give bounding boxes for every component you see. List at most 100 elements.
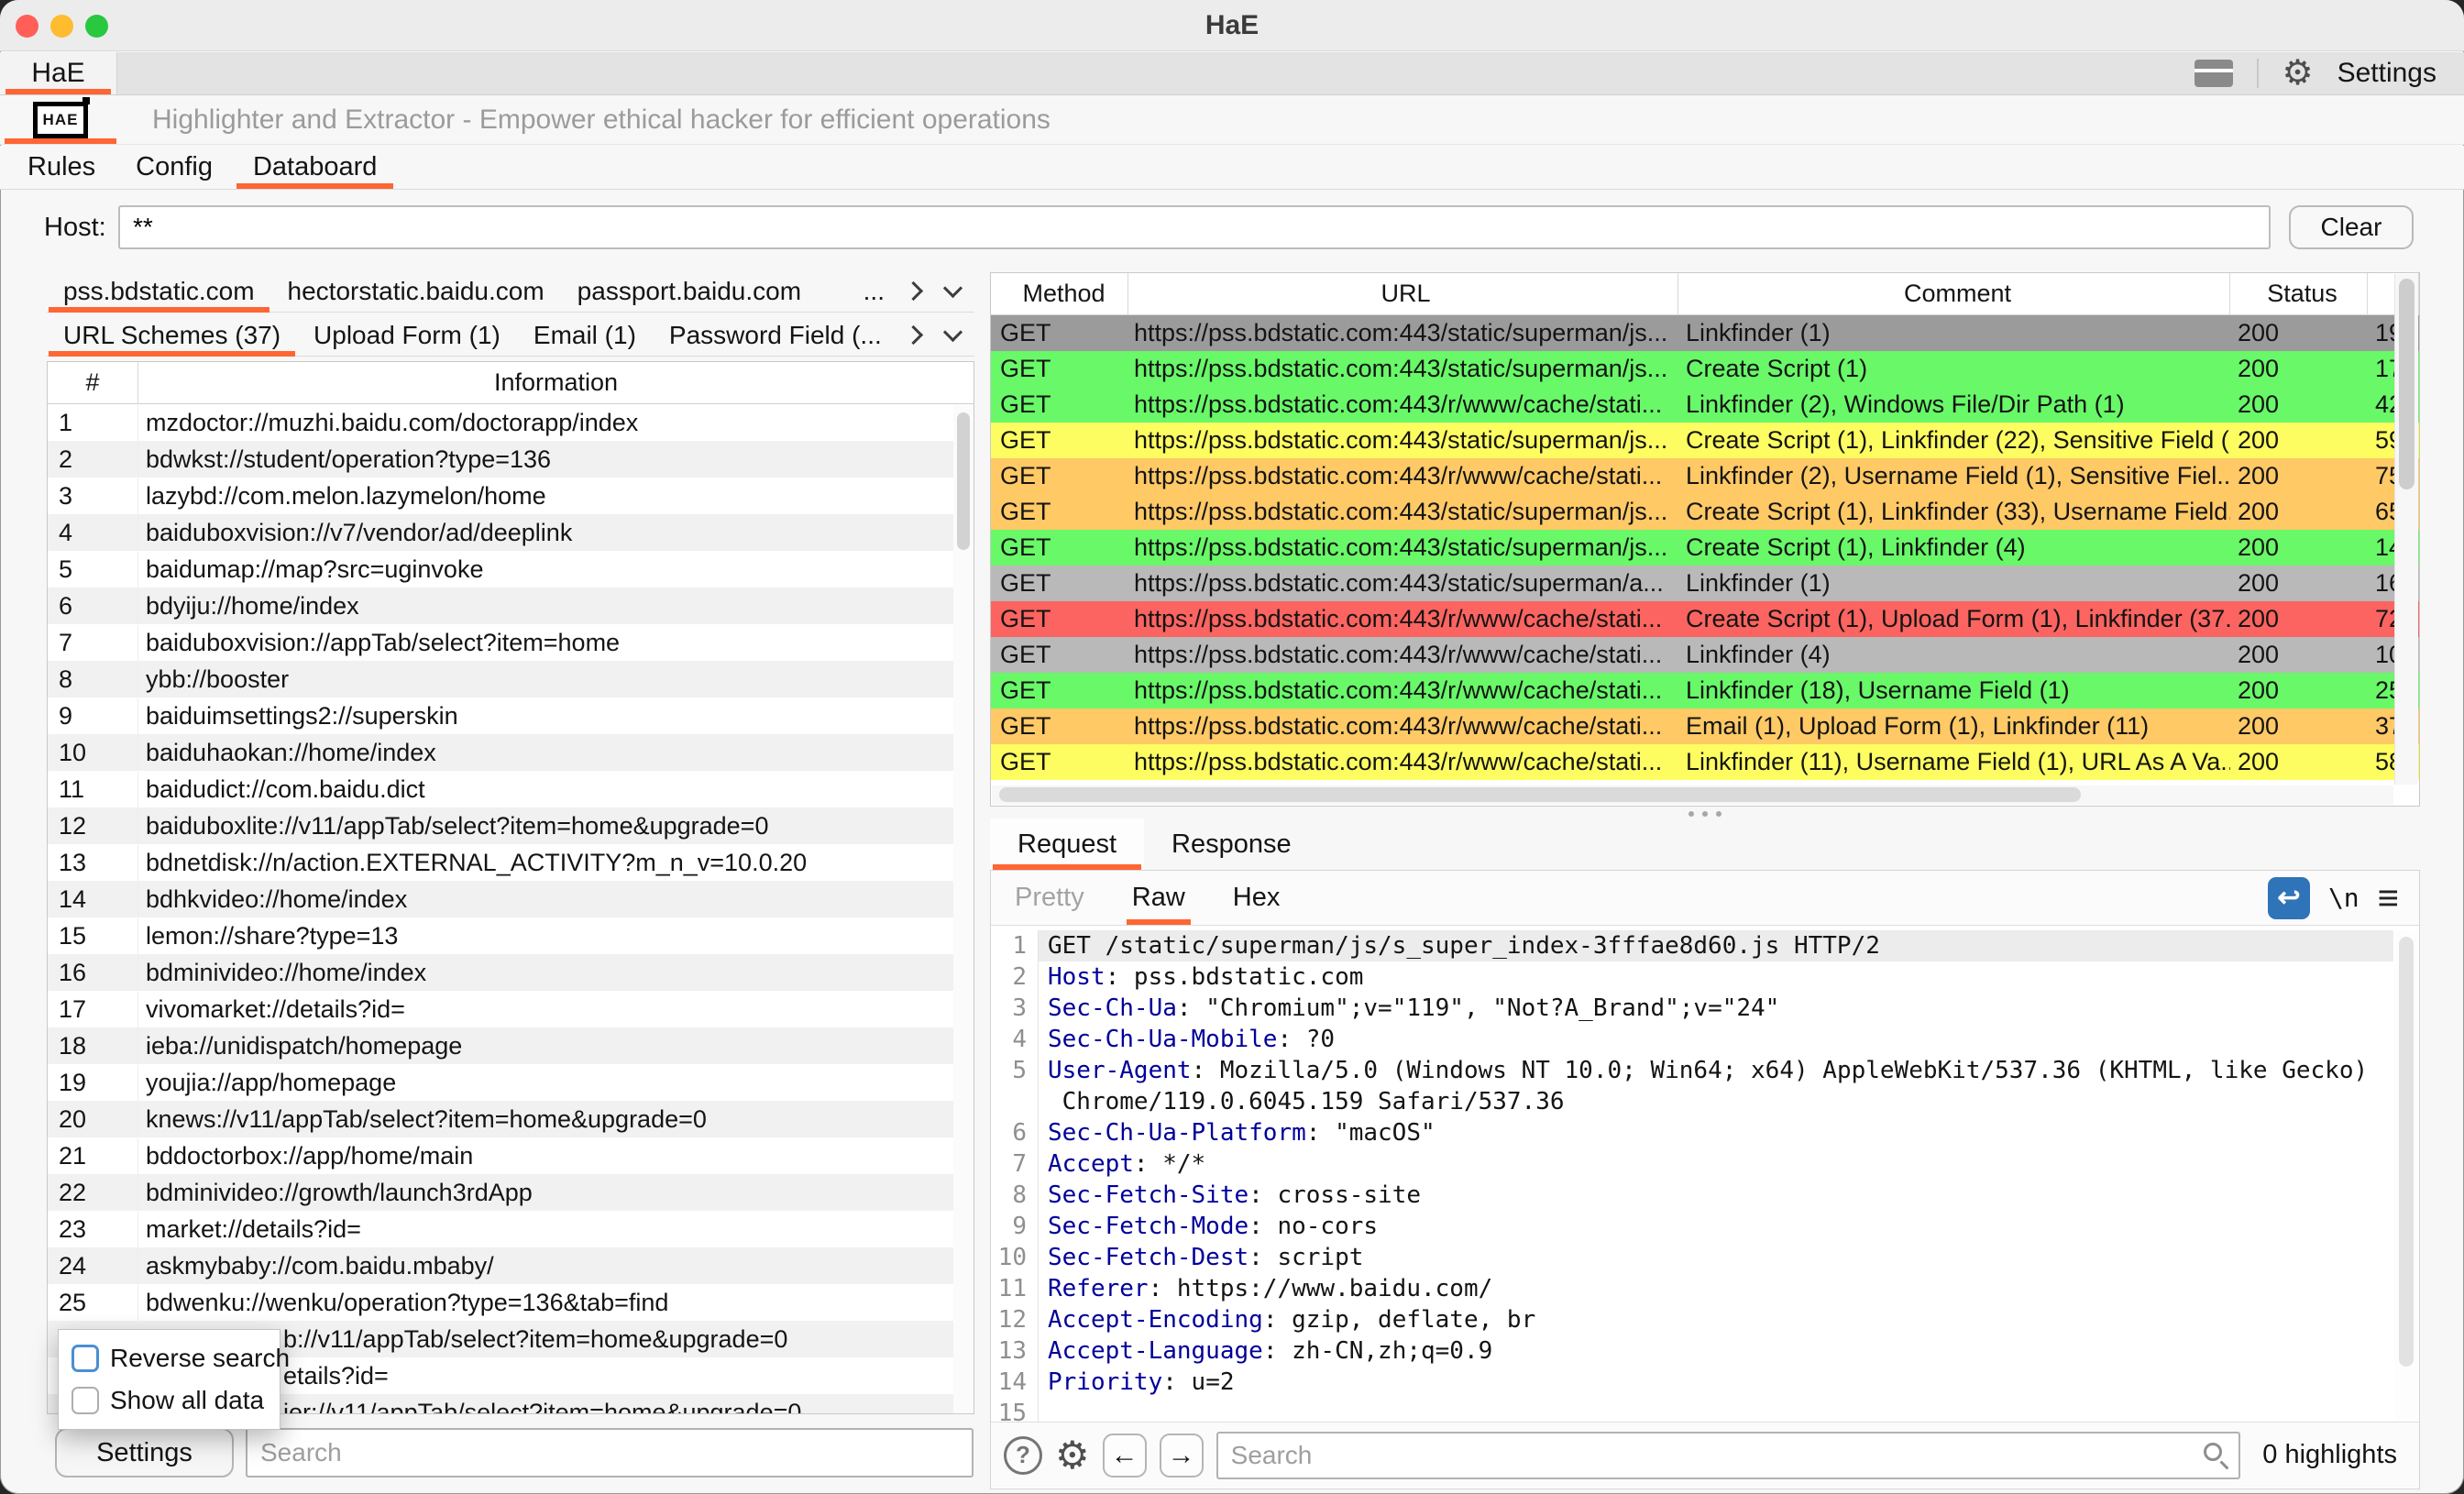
search-icon[interactable]: [2204, 1443, 2222, 1461]
scrollbar[interactable]: [2394, 931, 2418, 1420]
table-row[interactable]: 14 bdhkvideo://home/index: [48, 881, 974, 917]
table-row[interactable]: 3 lazybd://com.melon.lazymelon/home: [48, 478, 974, 514]
request-editor-body[interactable]: 1 GET /static/superman/js/s_super_index-…: [991, 926, 2419, 1422]
table-row[interactable]: 17 vivomarket://details?id=: [48, 991, 974, 1027]
table-row[interactable]: GET https://pss.bdstatic.com:443/static/…: [991, 494, 2419, 530]
scrollbar-thumb[interactable]: [2399, 937, 2414, 1367]
host-tab-passport[interactable]: passport.baidu.com: [561, 270, 818, 312]
table-row[interactable]: 1 mzdoctor://muzhi.baidu.com/doctorapp/i…: [48, 404, 974, 441]
tab-config[interactable]: Config: [116, 146, 233, 189]
chevron-down-icon[interactable]: [943, 279, 962, 298]
table-row[interactable]: 9 baiduimsettings2://superskin: [48, 698, 974, 734]
table-row[interactable]: GET https://pss.bdstatic.com:443/r/www/c…: [991, 709, 2419, 744]
gear-icon[interactable]: ⚙: [2282, 56, 2314, 91]
table-row[interactable]: GET https://pss.bdstatic.com:443/r/www/c…: [991, 744, 2419, 780]
next-button[interactable]: →: [1160, 1434, 1204, 1478]
type-tab-url-schemes[interactable]: URL Schemes (37): [47, 314, 297, 356]
show-all-data-option[interactable]: Show all data: [72, 1386, 280, 1415]
table-row[interactable]: 6 bdyiju://home/index: [48, 588, 974, 624]
column-header-information[interactable]: Information: [138, 368, 974, 397]
table-row[interactable]: 19 youjia://app/homepage: [48, 1064, 974, 1101]
gear-icon[interactable]: ⚙: [1055, 1436, 1090, 1475]
layout-icon[interactable]: [2194, 60, 2233, 87]
chevron-right-icon[interactable]: [904, 325, 923, 345]
host-tab-overflow[interactable]: ...: [847, 270, 901, 312]
tab-response[interactable]: Response: [1144, 818, 1319, 870]
cell-url: https://pss.bdstatic.com:443/static/supe…: [1128, 426, 1678, 455]
left-search-input[interactable]: [246, 1428, 974, 1478]
previous-button[interactable]: ←: [1103, 1434, 1147, 1478]
table-row[interactable]: GET https://pss.bdstatic.com:443/static/…: [991, 566, 2419, 601]
table-row[interactable]: 15 lemon://share?type=13: [48, 917, 974, 954]
editor-menu-icon[interactable]: ≡: [2378, 880, 2399, 917]
clear-button[interactable]: Clear: [2289, 205, 2414, 249]
table-row[interactable]: 18 ieba://unidispatch/homepage: [48, 1027, 974, 1064]
word-wrap-icon[interactable]: ↩: [2268, 877, 2310, 919]
table-row[interactable]: 16 bdminivideo://home/index: [48, 954, 974, 991]
type-tab-upload-form[interactable]: Upload Form (1): [297, 314, 517, 356]
table-row[interactable]: GET https://pss.bdstatic.com:443/r/www/c…: [991, 673, 2419, 709]
show-all-data-checkbox[interactable]: [72, 1387, 99, 1414]
table-row[interactable]: 10 baiduhaokan://home/index: [48, 734, 974, 771]
chevron-right-icon[interactable]: [904, 281, 923, 301]
row-index: 16: [48, 955, 138, 991]
host-tab-hectorstatic[interactable]: hectorstatic.baidu.com: [271, 270, 561, 312]
table-row[interactable]: GET https://pss.bdstatic.com:443/r/www/c…: [991, 637, 2419, 673]
tab-databoard[interactable]: Databoard: [233, 146, 397, 189]
table-row[interactable]: 11 baidudict://com.baidu.dict: [48, 771, 974, 807]
settings-menu[interactable]: Settings: [2338, 58, 2436, 89]
scrollbar-thumb[interactable]: [2399, 279, 2414, 489]
column-header-url[interactable]: URL: [1128, 273, 1678, 315]
table-row[interactable]: 20 knews://v11/appTab/select?item=home&u…: [48, 1101, 974, 1137]
host-input[interactable]: [118, 205, 2271, 249]
tab-hae[interactable]: HaE: [0, 52, 117, 94]
table-row[interactable]: 5 baidumap://map?src=uginvoke: [48, 551, 974, 588]
scrollbar-thumb[interactable]: [999, 787, 2081, 802]
table-row[interactable]: 24 askmybaby://com.baidu.mbaby/: [48, 1247, 974, 1284]
table-row[interactable]: 13 bdnetdisk://n/action.EXTERNAL_ACTIVIT…: [48, 844, 974, 881]
table-row[interactable]: 22 bdminivideo://growth/launch3rdApp: [48, 1174, 974, 1211]
column-header-comment[interactable]: Comment: [1678, 273, 2230, 315]
settings-button[interactable]: Settings: [55, 1428, 234, 1478]
view-tab-pretty[interactable]: Pretty: [991, 871, 1108, 925]
table-row[interactable]: 7 baiduboxvision://appTab/select?item=ho…: [48, 624, 974, 661]
table-row[interactable]: 23 market://details?id=: [48, 1211, 974, 1247]
table-row[interactable]: GET https://pss.bdstatic.com:443/static/…: [991, 351, 2419, 387]
horizontal-scrollbar[interactable]: [992, 785, 2393, 805]
reverse-search-option[interactable]: Reverse search: [72, 1344, 280, 1373]
table-row[interactable]: GET https://pss.bdstatic.com:443/static/…: [991, 423, 2419, 458]
table-row[interactable]: 2 bdwkst://student/operation?type=136: [48, 441, 974, 478]
view-tab-raw[interactable]: Raw: [1108, 871, 1209, 925]
scrollbar-thumb[interactable]: [957, 412, 970, 550]
type-tab-email[interactable]: Email (1): [517, 314, 653, 356]
row-index: 1: [48, 405, 138, 441]
column-header-method[interactable]: Method: [991, 273, 1128, 315]
table-row[interactable]: GET https://pss.bdstatic.com:443/r/www/c…: [991, 458, 2419, 494]
scrollbar[interactable]: [2394, 274, 2418, 785]
cell-method: GET: [991, 605, 1128, 633]
table-row[interactable]: GET https://pss.bdstatic.com:443/static/…: [991, 530, 2419, 566]
table-row[interactable]: GET https://pss.bdstatic.com:443/static/…: [991, 315, 2419, 351]
table-row[interactable]: 21 bddoctorbox://app/home/main: [48, 1137, 974, 1174]
splitter-handle[interactable]: [990, 809, 2420, 818]
help-icon[interactable]: ?: [1004, 1436, 1042, 1475]
table-row[interactable]: 8 ybb://booster: [48, 661, 974, 698]
chevron-down-icon[interactable]: [943, 323, 962, 342]
reverse-search-checkbox[interactable]: [72, 1345, 99, 1372]
tab-request[interactable]: Request: [990, 818, 1144, 870]
table-row[interactable]: GET https://pss.bdstatic.com:443/r/www/c…: [991, 601, 2419, 637]
table-row[interactable]: GET https://pss.bdstatic.com:443/r/www/c…: [991, 387, 2419, 423]
tab-rules[interactable]: Rules: [7, 146, 116, 189]
view-tab-hex[interactable]: Hex: [1209, 871, 1304, 925]
show-newlines-toggle[interactable]: \n: [2328, 883, 2360, 913]
scrollbar[interactable]: [953, 405, 974, 1413]
column-header-index[interactable]: #: [48, 362, 138, 403]
editor-search-input[interactable]: [1216, 1432, 2241, 1479]
logo-tab[interactable]: HAE: [0, 95, 121, 144]
table-row[interactable]: 4 baiduboxvision://v7/vendor/ad/deeplink: [48, 514, 974, 551]
type-tab-password-field[interactable]: Password Field (...: [653, 314, 898, 356]
table-row[interactable]: 25 bdwenku://wenku/operation?type=136&ta…: [48, 1284, 974, 1321]
column-header-status[interactable]: Status: [2230, 273, 2368, 315]
host-tab-pss[interactable]: pss.bdstatic.com: [47, 270, 271, 312]
table-row[interactable]: 12 baiduboxlite://v11/appTab/select?item…: [48, 807, 974, 844]
